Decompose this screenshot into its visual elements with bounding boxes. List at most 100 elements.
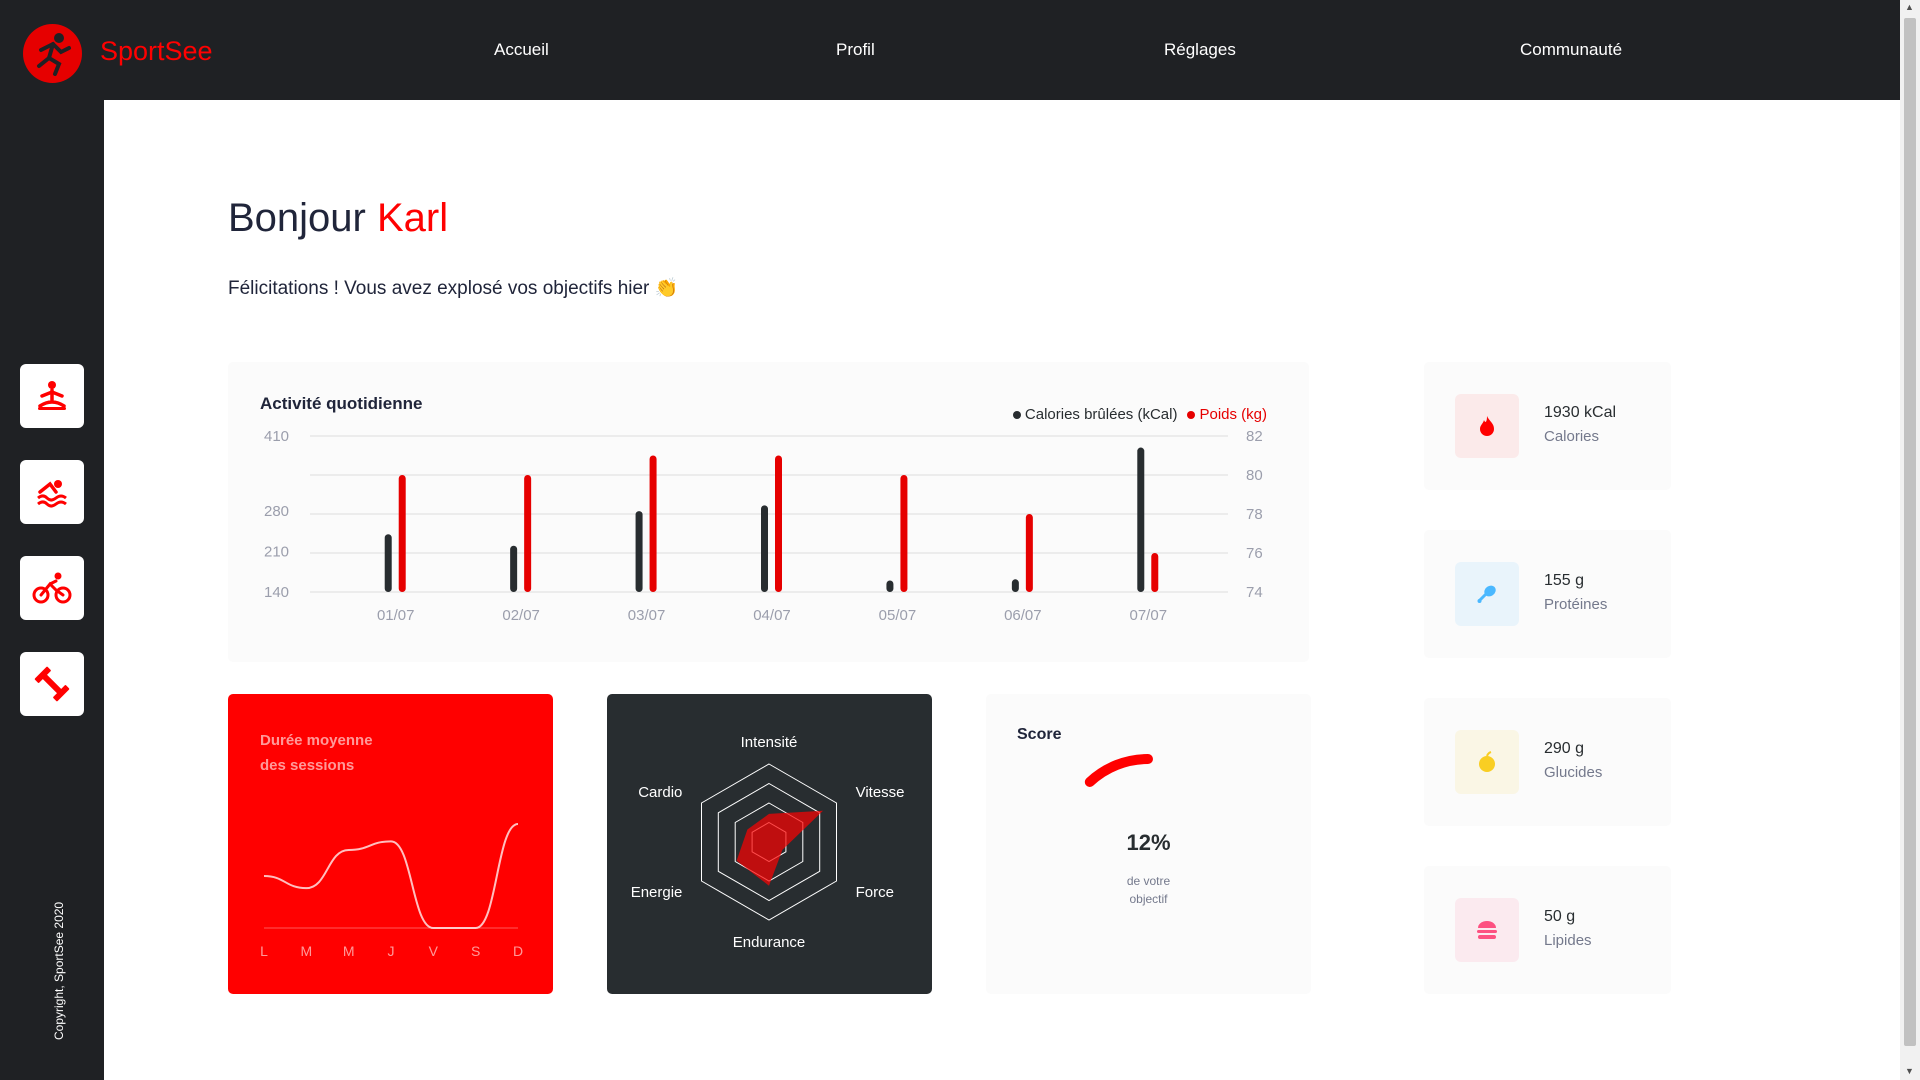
proteins-card: 155 g Protéines xyxy=(1424,530,1671,658)
lipids-value: 50 g xyxy=(1544,908,1576,925)
day-label: S xyxy=(471,943,480,959)
score-caption-line2: objectif xyxy=(1129,892,1168,906)
carbs-value: 290 g xyxy=(1544,740,1585,757)
calories-bar xyxy=(384,534,392,592)
calories-bar xyxy=(510,545,518,592)
lipids-label: Lipides xyxy=(1544,932,1592,949)
nav-reglages[interactable]: Réglages xyxy=(1164,40,1236,60)
weight-bar xyxy=(775,455,782,592)
radar-label: Endurance xyxy=(733,934,806,951)
proteins-icon-box xyxy=(1455,562,1519,626)
calories-bar xyxy=(635,511,643,592)
proteins-value: 155 g xyxy=(1544,572,1585,589)
sidebar-swimming-button[interactable] xyxy=(20,460,84,524)
nav-communaute[interactable]: Communauté xyxy=(1520,40,1622,60)
sidebar-bodybuilding-button[interactable] xyxy=(20,652,84,716)
x-axis-tick: 06/07 xyxy=(1004,607,1042,624)
score-value: 12% xyxy=(1126,830,1171,855)
weight-bar xyxy=(1025,514,1033,592)
burger-icon xyxy=(1477,921,1497,939)
day-label: M xyxy=(343,943,355,959)
score-caption: de votre objectif xyxy=(986,872,1311,908)
apple-icon xyxy=(1479,751,1495,772)
activity-bar-chart: 74 76 78 80 82 140 210 280 410 01/07 02/07 03/07 04/… xyxy=(264,428,1263,624)
calories-card: 1930 kCal Calories xyxy=(1424,362,1671,490)
greeting-prefix: Bonjour xyxy=(228,196,377,240)
radar-label: Vitesse xyxy=(856,784,905,801)
right-axis-tick: 82 xyxy=(1246,428,1263,445)
score-card: Score 12% de votre objectif xyxy=(986,694,1311,994)
sidebar-yoga-button[interactable] xyxy=(20,364,84,428)
weight-bar xyxy=(900,475,908,592)
scroll-up-icon[interactable]: ▲ xyxy=(1905,2,1914,12)
left-axis-tick: 410 xyxy=(264,428,289,445)
average-sessions-card: Durée moyenne des sessions LMMJVSD xyxy=(228,694,553,994)
radar-label: Intensité xyxy=(741,734,798,751)
lipids-icon-box xyxy=(1455,898,1519,962)
swimming-icon xyxy=(37,480,67,508)
average-sessions-line-chart: LMMJVSD xyxy=(260,823,523,959)
x-axis-tick: 07/07 xyxy=(1130,607,1168,624)
radar-label: Energie xyxy=(631,884,683,901)
calories-bar xyxy=(761,505,768,592)
sportsee-logo-icon[interactable] xyxy=(23,24,82,83)
daily-activity-card: Activité quotidienne Calories brûlées (k… xyxy=(228,362,1309,662)
day-label: M xyxy=(300,943,312,959)
user-name: Karl xyxy=(376,196,449,240)
flame-icon xyxy=(1480,416,1494,436)
top-navbar: SportSee Accueil Profil Réglages Communa… xyxy=(0,0,1900,100)
right-axis-tick: 74 xyxy=(1246,584,1263,601)
scroll-down-icon[interactable]: ▼ xyxy=(1905,1066,1914,1076)
sidebar: Copyright, SportSee 2020 xyxy=(0,100,104,1080)
yoga-icon xyxy=(38,381,66,410)
chicken-icon xyxy=(1477,585,1496,603)
right-axis-tick: 78 xyxy=(1246,506,1263,523)
carbs-icon-box xyxy=(1455,730,1519,794)
carbs-label: Glucides xyxy=(1544,764,1603,781)
nav-profil[interactable]: Profil xyxy=(836,40,875,60)
left-axis-tick: 280 xyxy=(264,503,289,520)
day-label: J xyxy=(388,943,395,959)
left-axis-tick: 210 xyxy=(264,544,289,561)
calories-bar xyxy=(886,580,894,592)
carbs-card: 290 g Glucides xyxy=(1424,698,1671,826)
scroll-thumb[interactable] xyxy=(1904,18,1916,1046)
day-label: V xyxy=(429,943,439,959)
right-axis-tick: 80 xyxy=(1246,467,1263,484)
cycling-icon xyxy=(32,572,72,604)
calories-bar xyxy=(1011,579,1019,592)
calories-label: Calories xyxy=(1544,428,1600,445)
page-title: Bonjour Karl xyxy=(228,196,448,241)
weight-bar xyxy=(649,455,657,592)
sessions-line xyxy=(263,823,519,929)
left-axis-tick: 140 xyxy=(264,584,289,601)
x-axis-tick: 01/07 xyxy=(377,607,415,624)
right-axis-tick: 76 xyxy=(1246,545,1263,562)
lipids-card: 50 g Lipides xyxy=(1424,866,1671,994)
sidebar-cycling-button[interactable] xyxy=(20,556,84,620)
calories-icon-box xyxy=(1455,394,1519,458)
congratulations-message: Félicitations ! Vous avez explosé vos ob… xyxy=(228,278,679,299)
page-scrollbar[interactable]: ▲ ▼ xyxy=(1900,0,1920,1080)
x-axis-tick: 03/07 xyxy=(628,607,666,624)
performance-radar-card: Intensité Vitesse Force Endurance Energie Car… xyxy=(607,694,932,994)
nav-accueil[interactable]: Accueil xyxy=(494,40,549,60)
x-axis-tick: 05/07 xyxy=(879,607,917,624)
copyright-text: Copyright, SportSee 2020 xyxy=(52,901,66,1040)
performance-radar-chart: Intensité Vitesse Force Endurance Energie Car… xyxy=(631,734,905,951)
score-caption-line1: de votre xyxy=(1126,874,1171,888)
day-label: D xyxy=(513,943,523,959)
weight-bar xyxy=(1151,553,1159,592)
radar-label: Cardio xyxy=(638,784,682,801)
dumbbell-icon xyxy=(34,666,70,702)
radar-label: Force xyxy=(856,884,894,901)
day-label: L xyxy=(260,943,268,959)
x-axis-tick: 02/07 xyxy=(502,607,540,624)
proteins-label: Protéines xyxy=(1544,596,1608,613)
weight-bar xyxy=(524,475,532,592)
app-name[interactable]: SportSee xyxy=(100,36,213,67)
calories-value: 1930 kCal xyxy=(1544,404,1617,421)
x-axis-tick: 04/07 xyxy=(753,607,791,624)
weight-bar xyxy=(398,475,406,592)
calories-bar xyxy=(1137,447,1145,592)
